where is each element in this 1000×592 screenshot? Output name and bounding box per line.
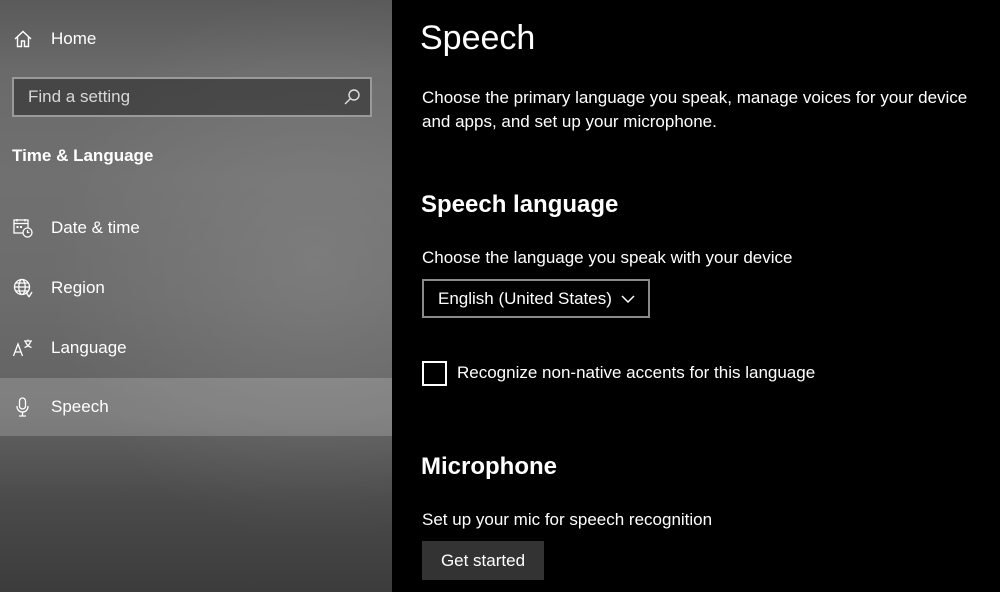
search-input[interactable] xyxy=(14,79,334,115)
accent-checkbox-row[interactable]: Recognize non-native accents for this la… xyxy=(422,360,815,386)
speech-language-dropdown[interactable]: English (United States) xyxy=(422,279,650,318)
microphone-heading: Microphone xyxy=(421,453,557,480)
sidebar-item-label: Speech xyxy=(51,397,109,416)
main-content: Speech Choose the primary language you s… xyxy=(392,0,1000,592)
settings-window: Home Time & Language xyxy=(0,0,1000,592)
accent-checkbox[interactable] xyxy=(422,360,447,386)
sidebar-item-label: Region xyxy=(51,278,105,297)
search-icon[interactable] xyxy=(342,87,362,107)
page-title: Speech xyxy=(420,19,536,57)
microphone-icon xyxy=(12,396,34,418)
language-icon xyxy=(12,337,34,359)
speech-language-heading: Speech language xyxy=(421,191,619,218)
microphone-prompt: Set up your mic for speech recognition xyxy=(422,510,713,529)
chevron-down-icon xyxy=(620,292,636,306)
sidebar-item-label: Language xyxy=(51,338,127,357)
home-icon xyxy=(12,28,34,50)
calendar-clock-icon xyxy=(12,217,34,239)
globe-icon xyxy=(12,277,34,299)
sidebar-item-region[interactable]: Region xyxy=(0,259,392,317)
sidebar-home[interactable]: Home xyxy=(0,18,392,60)
dropdown-selected-value: English (United States) xyxy=(438,289,612,308)
speech-language-prompt: Choose the language you speak with your … xyxy=(422,248,793,267)
page-description: Choose the primary language you speak, m… xyxy=(422,88,968,131)
get-started-button[interactable]: Get started xyxy=(422,541,544,580)
section-title: Time & Language xyxy=(12,146,154,165)
sidebar-item-language[interactable]: Language xyxy=(0,319,392,377)
sidebar-home-label: Home xyxy=(51,29,97,48)
sidebar-item-label: Date & time xyxy=(51,218,140,237)
accent-checkbox-label: Recognize non-native accents for this la… xyxy=(457,363,816,382)
sidebar-item-date-time[interactable]: Date & time xyxy=(0,199,392,257)
search-box[interactable] xyxy=(12,77,372,117)
sidebar-item-speech[interactable]: Speech xyxy=(0,378,392,436)
sidebar: Home Time & Language xyxy=(0,0,392,592)
